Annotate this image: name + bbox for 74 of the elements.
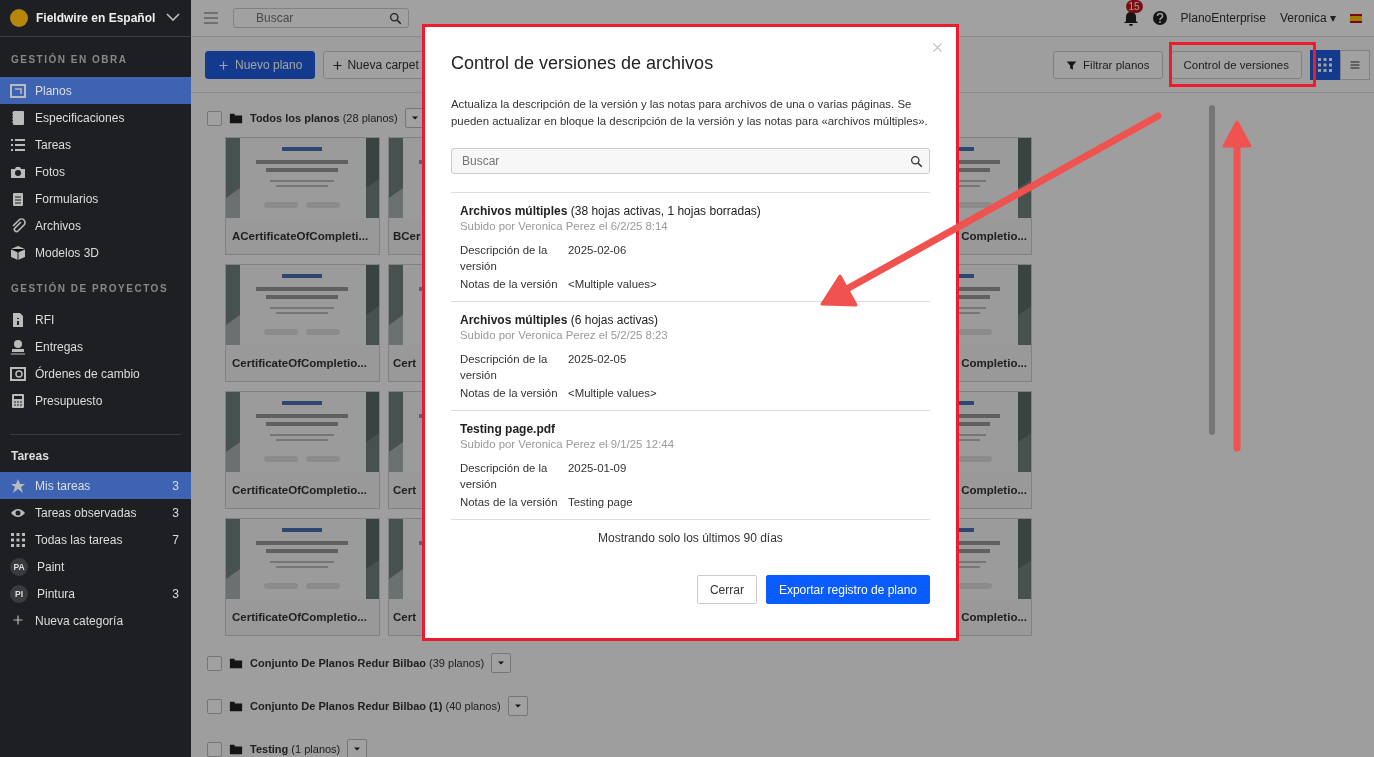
folder-title[interactable]: Testing (1 planos) [250,743,341,755]
card-title: Completio... [961,230,1027,242]
field-label: Notas de la versión [460,277,559,292]
field-label: Descripción de la versión [460,243,549,274]
dialog-title: Control de versiones de archivos [451,53,715,74]
field-label: Descripción de la versión [460,352,549,383]
avatar: PI [10,584,28,603]
close-dialog-button[interactable]: Cerrar [696,575,757,604]
sidebar-item[interactable]: Planos [0,77,191,104]
field-label: Notas de la versión [460,495,559,510]
card-title: CertificateOfCompletio... [232,611,367,623]
organization-link[interactable]: PlanoEnterprise [1180,11,1266,25]
sidebar-item[interactable]: Presupuesto [0,387,191,414]
section-heading: Tareas [10,448,50,465]
sidebar-item[interactable]: Modelos 3D [0,239,191,266]
export-button[interactable]: Exportar registro de plano [765,575,930,604]
user-menu[interactable]: Veronica ▾ [1279,11,1336,25]
search-field[interactable]: Buscar [451,148,930,174]
search-field[interactable]: Buscar [233,8,409,28]
sidebar-item[interactable]: Entregas [0,333,191,360]
notification-badge: 15 [1125,0,1143,13]
card-title: CertificateOfCompletio... [232,484,367,496]
sidebar-item[interactable]: Tareas observadas 3 [0,499,191,526]
card-title: Completio... [961,484,1027,496]
plan-card[interactable]: ACertificateOfCompleti... [225,137,380,255]
section-heading: GESTIÓN EN OBRA [10,52,129,67]
field-value[interactable]: 2025-01-09 [568,460,627,492]
plan-card[interactable]: CertificateOfCompletio... [225,518,380,636]
new-plan-button[interactable]: Nuevo plano [205,51,316,79]
sidebar-item[interactable]: Formularios [0,185,191,212]
dialog-description: Actualiza la descripción de la versión y las notas para archivos de una o varias páginas. Se pueden actualizar en bloque la descripción de la versión y las notas para «archivos múltiples». [451,97,929,129]
sidebar-item[interactable]: Archivos [0,212,191,239]
card-title: Cert [393,357,416,369]
footer-note: Mostrando solo los últimos 90 días [597,531,784,545]
sidebar-item[interactable]: PI Pintura 3 [0,580,191,607]
file-name[interactable]: Archivos múltiples (38 hojas activas, 1 hojas borradas) [460,204,921,218]
field-value[interactable]: <Multiple values> [568,276,657,292]
field-value[interactable]: Testing page [568,494,633,510]
sidebar-item[interactable]: Fotos [0,158,191,185]
file-name[interactable]: Testing page.pdf [460,422,921,436]
field-value[interactable]: <Multiple values> [568,385,657,401]
plan-card[interactable]: CertificateOfCompletio... [225,264,380,382]
sidebar-item[interactable]: Nueva categoría [0,607,191,634]
project-name[interactable]: Fieldwire en Español [36,11,156,25]
field-value[interactable]: 2025-02-05 [568,351,627,383]
field-label: Notas de la versión [460,386,559,401]
sidebar-item[interactable]: Todas las tareas 7 [0,526,191,553]
card-title: BCer [393,230,421,242]
field-value[interactable]: 2025-02-06 [568,242,627,274]
card-title: Cert [393,611,416,623]
avatar: PA [10,557,28,576]
upload-info: Subido por Veronica Perez el 9/1/25 12:44 [460,438,676,450]
sidebar-item[interactable]: PA Paint [0,553,191,580]
sidebar-item[interactable]: Mis tareas 3 [0,472,191,499]
filter-button[interactable]: Filtrar planos [1053,51,1163,79]
card-title: Completio... [961,357,1027,369]
sidebar-item[interactable]: RFI [0,306,191,333]
sidebar-item[interactable]: Órdenes de cambio [0,360,191,387]
card-title: ACertificateOfCompleti... [232,230,369,242]
sidebar-item[interactable]: Especificaciones [0,104,191,131]
folder-title[interactable]: Conjunto De Planos Redur Bilbao (1) (40 planos) [250,700,501,712]
section-heading: GESTIÓN DE PROYECTOS [10,281,170,296]
plan-card[interactable]: CertificateOfCompletio... [225,391,380,509]
sidebar-item[interactable]: Tareas [0,131,191,158]
upload-info: Subido por Veronica Perez el 5/2/25 8:23 [460,329,669,341]
card-title: CertificateOfCompletio... [232,357,367,369]
folder-title[interactable]: Conjunto De Planos Redur Bilbao (39 planos) [250,657,485,669]
folder-title[interactable]: Todos los planos (28 planos) [250,112,398,124]
file-name[interactable]: Archivos múltiples (6 hojas activas) [460,313,921,327]
card-title: Cert [393,484,416,496]
card-title: Completio... [961,611,1027,623]
field-label: Descripción de la versión [460,461,549,492]
upload-info: Subido por Veronica Perez el 6/2/25 8:14 [460,220,669,232]
version-control-button[interactable]: Control de versiones [1170,51,1302,79]
